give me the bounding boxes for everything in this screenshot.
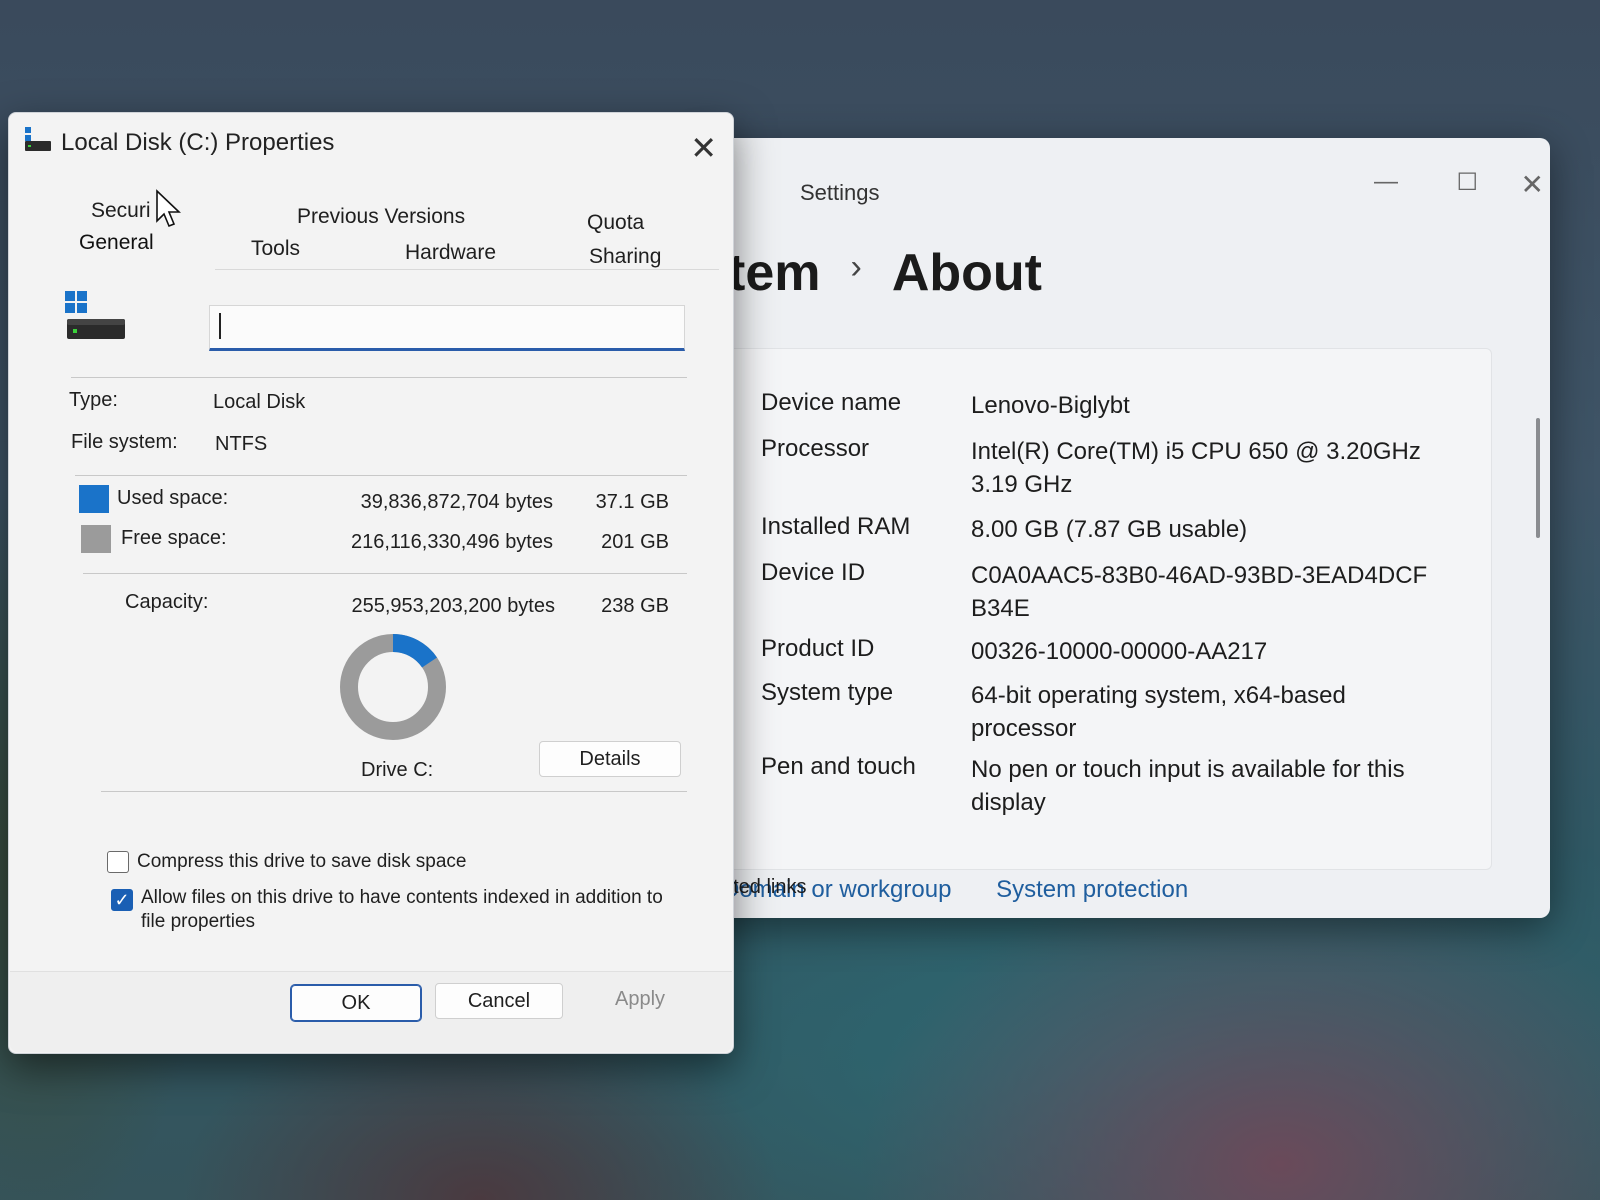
tab-general[interactable]: General (79, 231, 154, 255)
file-system-value: NTFS (215, 433, 268, 455)
text-caret (219, 313, 221, 339)
related-links: ated links Domain or workgroup System pr… (722, 876, 1226, 904)
compress-label: Compress this drive to save disk space (137, 851, 467, 872)
drive-label: Drive C: (361, 759, 434, 781)
close-dialog-button[interactable]: ✕ (690, 129, 717, 167)
free-space-bytes: 216,116,330,496 bytes (350, 531, 553, 553)
free-space-label: Free space: (121, 527, 227, 549)
index-label-line2: file properties (141, 911, 256, 932)
tab-quota[interactable]: Quota (587, 211, 644, 235)
settings-scrollbar[interactable] (1536, 418, 1540, 538)
link-system-protection[interactable]: System protection (996, 876, 1188, 903)
page-title: About (891, 244, 1042, 302)
divider (101, 791, 687, 792)
used-space-bytes: 39,836,872,704 bytes (360, 491, 553, 513)
free-space-size: 201 GB (601, 531, 669, 553)
drive-name-input[interactable] (209, 305, 685, 351)
usage-donut-chart (337, 631, 449, 743)
spec-key: Device ID (761, 559, 866, 586)
spec-key: Device name (761, 389, 902, 416)
mouse-pointer-icon (156, 189, 181, 228)
cancel-button[interactable]: Cancel (435, 983, 563, 1019)
divider (83, 573, 687, 574)
spec-key: Product ID (761, 635, 875, 662)
spec-value: Lenovo-Biglybt (971, 392, 1130, 419)
index-label-line1: Allow files on this drive to have conten… (141, 887, 663, 908)
dialog-title: Local Disk (C:) Properties (61, 129, 335, 156)
used-space-swatch (79, 485, 109, 513)
spec-value: C0A0AAC5-83B0-46AD-93BD-3EAD4DCF B34E (971, 562, 1428, 622)
settings-app-title: Settings (800, 180, 880, 205)
index-checkbox[interactable]: ✓ (111, 889, 133, 911)
type-value: Local Disk (213, 391, 306, 413)
settings-titlebar: ☰ Settings — ☐ ✕ (690, 138, 1550, 208)
spec-value: 64-bit operating system, x64-based proce… (971, 682, 1346, 742)
spec-value: Intel(R) Core(TM) i5 CPU 650 @ 3.20GHz 3… (971, 438, 1421, 498)
maximize-button[interactable]: ☐ (1456, 168, 1478, 197)
spec-value: 8.00 GB (7.87 GB usable) (971, 516, 1248, 543)
settings-window: ☰ Settings — ☐ ✕ tem › About Device name L… (690, 138, 1550, 918)
related-links-label: ated links (722, 876, 807, 898)
minimize-button[interactable]: — (1374, 168, 1398, 196)
used-space-size: 37.1 GB (595, 491, 669, 513)
compress-checkbox[interactable] (107, 851, 129, 873)
ok-button[interactable]: OK (290, 984, 422, 1022)
drive-icon (25, 127, 51, 151)
capacity-bytes: 255,953,203,200 bytes (351, 595, 555, 617)
close-settings-button[interactable]: ✕ (1521, 168, 1544, 201)
chevron-right-icon: › (850, 248, 862, 286)
breadcrumb-parent[interactable]: tem (728, 244, 820, 302)
free-space-swatch (81, 525, 111, 553)
spec-key: Pen and touch (761, 753, 916, 780)
tab-security[interactable]: Securi (91, 199, 151, 223)
spec-key: System type (761, 679, 894, 706)
type-label: Type: (69, 389, 118, 411)
tab-sharing[interactable]: Sharing (589, 245, 661, 269)
apply-button[interactable]: Apply (577, 981, 703, 1017)
spec-key: Installed RAM (761, 513, 911, 540)
capacity-label: Capacity: (125, 591, 209, 613)
tab-hardware[interactable]: Hardware (405, 241, 496, 265)
capacity-size: 238 GB (601, 595, 669, 617)
windows-drive-icon (65, 291, 125, 339)
divider (75, 475, 687, 476)
file-system-label: File system: (71, 431, 178, 453)
disk-properties-dialog: Local Disk (C:) Properties ✕ Securi Prev… (8, 112, 734, 1054)
spec-key: Processor (761, 435, 870, 462)
tab-previous-versions[interactable]: Previous Versions (297, 205, 465, 229)
details-button[interactable]: Details (539, 741, 681, 777)
device-specifications-card: Device name Lenovo-Biglybt Processor Int… (720, 348, 1492, 870)
spec-value: No pen or touch input is available for t… (971, 756, 1405, 816)
tab-tools[interactable]: Tools (251, 237, 300, 261)
spec-value: 00326-10000-00000-AA217 (971, 638, 1268, 665)
usage-donut-svg (340, 634, 446, 740)
divider (71, 377, 687, 378)
used-space-label: Used space: (117, 487, 229, 509)
breadcrumb: tem › About (728, 243, 1042, 303)
